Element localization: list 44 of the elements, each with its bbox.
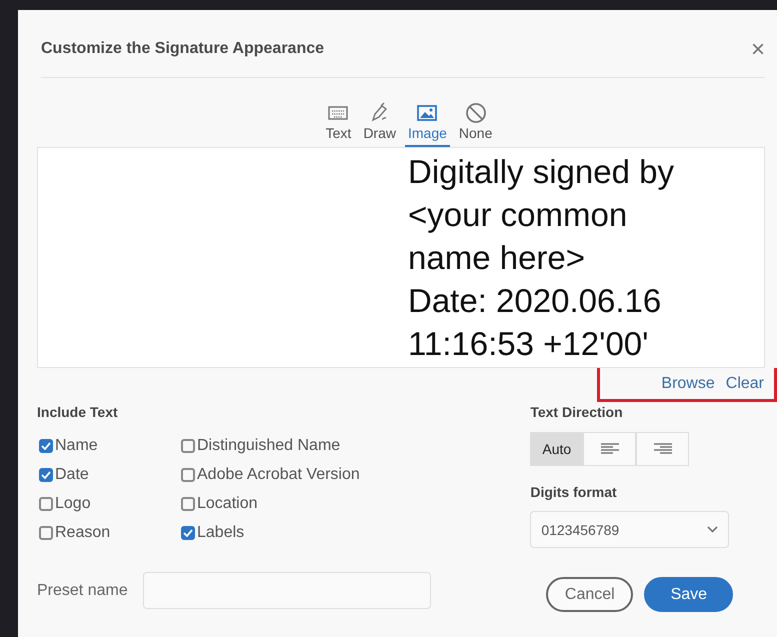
checkbox[interactable] bbox=[181, 438, 195, 452]
save-button[interactable]: Save bbox=[644, 577, 734, 612]
checkbox[interactable] bbox=[181, 526, 195, 540]
checkbox-option[interactable]: Labels bbox=[179, 518, 530, 547]
checkbox[interactable] bbox=[39, 438, 53, 452]
tab[interactable]: None bbox=[456, 102, 496, 147]
checkbox-option[interactable]: Date bbox=[37, 460, 179, 489]
section-heading: Digits format bbox=[530, 484, 618, 500]
tab[interactable]: Draw bbox=[360, 102, 399, 147]
preview-line: <your common bbox=[408, 195, 628, 235]
dialog-title: Customize the Signature Appearance bbox=[41, 40, 324, 58]
prohibited-icon bbox=[464, 102, 487, 124]
chevron-down-icon bbox=[707, 526, 718, 533]
tab[interactable]: Text bbox=[322, 102, 354, 147]
checkbox-option[interactable]: Reason bbox=[37, 518, 179, 547]
preview-line: 11:16:53 +12'00' bbox=[408, 324, 650, 364]
preview-line: name here> bbox=[408, 238, 586, 278]
checkbox[interactable] bbox=[39, 526, 53, 540]
checkbox[interactable] bbox=[181, 468, 195, 482]
checkbox-option[interactable]: Distinguished Name bbox=[179, 431, 530, 460]
checkbox[interactable] bbox=[39, 496, 53, 510]
checkbox-option[interactable]: Adobe Acrobat Version bbox=[179, 460, 530, 489]
preview-line: Date: 2020.06.16 bbox=[408, 281, 662, 321]
align-left-icon bbox=[600, 443, 619, 455]
link[interactable]: Clear bbox=[726, 374, 764, 392]
checkbox[interactable] bbox=[39, 468, 53, 482]
preset-name-field[interactable] bbox=[142, 572, 431, 609]
direction-button[interactable] bbox=[583, 432, 636, 466]
section-heading: Text Direction bbox=[530, 404, 624, 420]
digits-format-dropdown[interactable]: 0123456789 bbox=[530, 511, 730, 548]
direction-button[interactable]: Auto bbox=[530, 432, 584, 466]
checkbox-option[interactable]: Logo bbox=[37, 489, 179, 518]
checkbox-option[interactable]: Location bbox=[179, 489, 530, 518]
field-label: Preset name bbox=[37, 582, 128, 600]
checkbox[interactable] bbox=[181, 496, 195, 510]
preview-line: Digitally signed by bbox=[408, 152, 675, 192]
section-heading: Include Text bbox=[37, 404, 119, 420]
cancel-button[interactable]: Cancel bbox=[546, 577, 634, 612]
link[interactable]: Browse bbox=[661, 374, 715, 392]
image-icon bbox=[416, 102, 438, 124]
direction-button[interactable] bbox=[636, 432, 690, 466]
checkbox-option[interactable]: Name bbox=[37, 431, 179, 460]
close-button[interactable]: × bbox=[750, 36, 765, 64]
align-right-icon bbox=[654, 443, 672, 455]
